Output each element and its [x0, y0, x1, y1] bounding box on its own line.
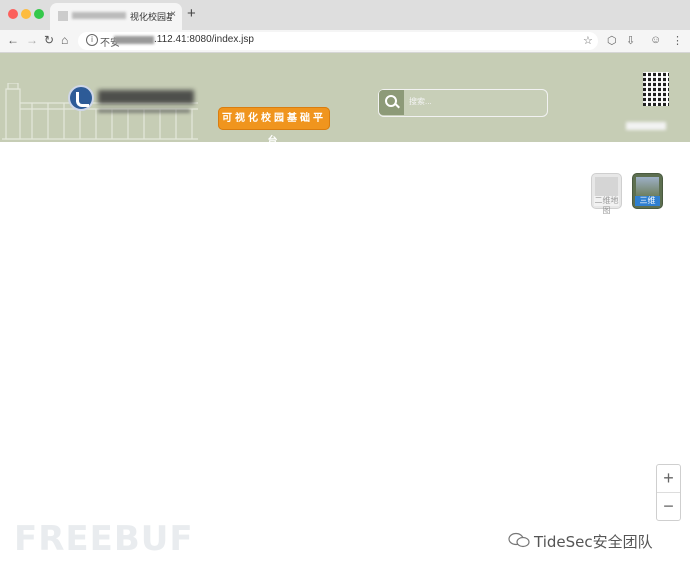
map-type-2d-label: 二维地图 — [594, 196, 619, 215]
new-tab-button[interactable]: + — [187, 5, 196, 22]
star-icon[interactable]: ☆ — [583, 34, 593, 47]
close-window-button[interactable] — [8, 9, 18, 19]
home-icon[interactable]: ⌂ — [61, 33, 68, 47]
map-type-2d-button[interactable]: 二维地图 — [591, 173, 622, 215]
zoom-in-button[interactable]: + — [657, 465, 680, 493]
tab-title: 视化校园基础平 — [130, 12, 172, 22]
menu-icon[interactable]: ⋮ — [672, 34, 683, 47]
search-button[interactable] — [379, 90, 404, 115]
freebuf-watermark: FREEBUF — [14, 519, 194, 559]
tab-close-icon[interactable]: × — [170, 9, 176, 20]
map-type-3d-label: 三维 — [635, 196, 660, 206]
qr-code-overlay — [643, 72, 669, 106]
wechat-icon — [508, 532, 530, 548]
school-logo[interactable] — [68, 85, 94, 111]
url-host-redacted — [114, 36, 154, 44]
profile-icon[interactable]: ☺ — [650, 34, 661, 46]
url-text: .112.41:8080/index.jsp — [154, 34, 254, 45]
forward-arrow-icon[interactable]: → — [26, 33, 38, 47]
tidesec-watermark: TideSec安全团队 — [534, 533, 653, 551]
zoom-control: + − — [656, 464, 681, 521]
user-info-redacted — [626, 122, 666, 130]
tab-title-redacted — [72, 12, 126, 19]
site-header: 可视化校园基础平台 — [0, 53, 690, 142]
favicon-icon — [58, 11, 68, 21]
download-icon[interactable]: ⇩ — [626, 34, 635, 47]
zoom-out-button[interactable]: − — [657, 493, 680, 520]
search-box — [378, 89, 548, 117]
browser-toolbar: ← → ↻ ⌂ i 不安 .112.41:8080/index.jsp ☆ ⬡ … — [0, 30, 690, 53]
platform-title-badge: 可视化校园基础平台 — [218, 107, 330, 142]
map-3d-thumbnail — [636, 177, 659, 197]
address-bar[interactable]: i 不安 .112.41:8080/index.jsp — [78, 32, 598, 50]
map-2d-thumbnail — [595, 177, 618, 197]
logo-mark — [76, 92, 89, 107]
school-name-redacted — [98, 90, 194, 104]
search-input[interactable] — [407, 96, 541, 107]
back-arrow-icon[interactable]: ← — [7, 33, 19, 47]
browser-tab-strip: 视化校园基础平 × + — [0, 0, 690, 30]
maximize-window-button[interactable] — [34, 9, 44, 19]
minimize-window-button[interactable] — [21, 9, 31, 19]
search-icon-handle — [395, 103, 400, 109]
extension-icon[interactable]: ⬡ — [607, 34, 617, 47]
school-subtitle-redacted — [98, 109, 190, 113]
browser-tab[interactable]: 视化校园基础平 × — [50, 3, 182, 30]
reload-icon[interactable]: ↻ — [44, 33, 54, 47]
info-icon[interactable]: i — [86, 34, 98, 46]
map-type-3d-button[interactable]: 三维 — [632, 173, 663, 209]
